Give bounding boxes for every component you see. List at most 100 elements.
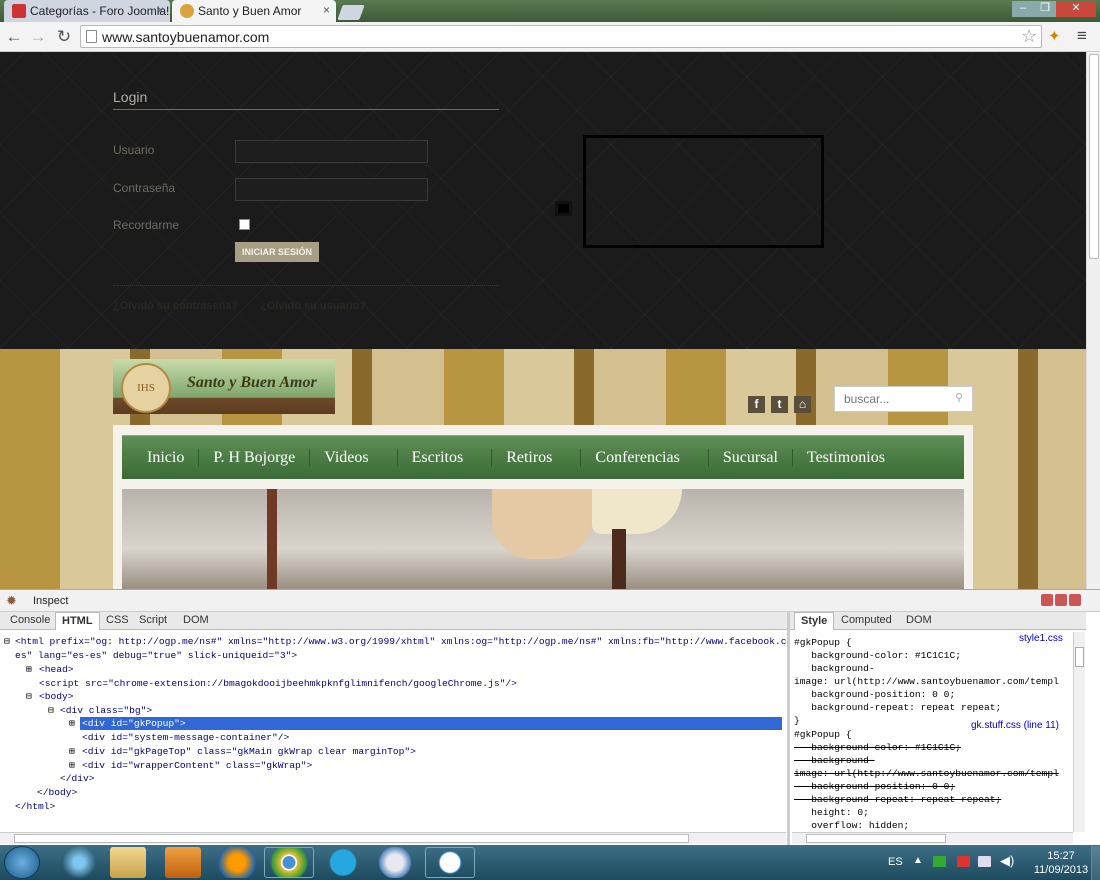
tab-css[interactable]: CSS (100, 612, 135, 630)
css-line[interactable]: background-color: #1C1C1C; (794, 650, 961, 663)
search-icon[interactable]: ⚲ (955, 391, 963, 404)
menu-item-bojorge[interactable]: P. H Bojorge (199, 449, 311, 467)
css-source-link[interactable]: gk.stuff.css (line 11) (971, 720, 1059, 731)
url-text[interactable]: www.santoybuenamor.com (102, 29, 269, 45)
forgot-username-link[interactable]: ¿Olvidó su usuario? (260, 300, 366, 312)
extension-icon[interactable]: ✦ (1048, 27, 1061, 45)
css-line-overridden[interactable]: background-position: 0 0; (794, 781, 955, 794)
style-vscrollbar[interactable] (1073, 632, 1085, 832)
language-indicator[interactable]: ES (888, 856, 903, 868)
reload-icon[interactable]: ↻ (54, 27, 74, 47)
css-line-overridden[interactable]: background-repeat: repeat repeat; (794, 794, 1001, 807)
hscroll-thumb[interactable] (14, 834, 689, 843)
expand-toggle-icon[interactable]: ⊞ (69, 717, 75, 731)
css-line-overridden[interactable]: background-color: #1C1C1C; (794, 742, 961, 755)
menu-item-videos[interactable]: Videos (310, 449, 398, 467)
search-input[interactable] (834, 386, 973, 412)
menu-icon[interactable]: ≡ (1077, 26, 1087, 46)
internet-explorer-icon[interactable] (56, 847, 102, 878)
file-explorer-icon[interactable] (110, 847, 146, 878)
start-button[interactable] (4, 846, 40, 879)
html-line[interactable]: <html prefix="og: http://ogp.me/ns#" xml… (15, 635, 786, 649)
firefox-icon[interactable] (214, 847, 260, 878)
html-line[interactable]: <div id="wrapperContent" class="gkWrap"> (82, 759, 312, 773)
tab-console[interactable]: Console (4, 612, 56, 630)
scrollbar-thumb[interactable] (1089, 54, 1099, 259)
html-line[interactable]: <div id="system-message-container"/> (82, 731, 289, 745)
tab-dom[interactable]: DOM (177, 612, 215, 630)
menu-item-retiros[interactable]: Retiros (492, 449, 582, 467)
page-scrollbar[interactable] (1086, 52, 1100, 589)
html-line[interactable]: </html> (15, 800, 55, 814)
remember-checkbox[interactable] (239, 219, 250, 230)
minimize-button[interactable]: – (1012, 1, 1034, 17)
html-line[interactable]: es" lang="es-es" debug="true" slick-uniq… (15, 649, 297, 663)
expand-toggle-icon[interactable]: ⊞ (26, 663, 32, 677)
html-line[interactable]: <body> (39, 690, 74, 704)
forward-arrow-icon[interactable]: → (28, 27, 48, 47)
tab-style[interactable]: Style (794, 612, 835, 630)
tray-app-icon[interactable] (933, 856, 946, 867)
html-line[interactable]: </div> (60, 772, 95, 786)
twitter-icon[interactable]: t (771, 396, 788, 413)
css-line[interactable]: image: url(http://www.santoybuenamor.com… (794, 676, 1059, 689)
devtools-restore-icon[interactable] (1055, 594, 1067, 606)
facebook-icon[interactable]: f (748, 396, 765, 413)
html-line-selected[interactable]: <div id="gkPopup"> (82, 717, 186, 731)
devtools-minimize-icon[interactable] (1041, 594, 1053, 606)
home-icon[interactable]: ⌂ (794, 396, 811, 413)
tab-joomla-forum[interactable]: Categorías - Foro Joomla! × (4, 0, 170, 22)
devtools-close-icon[interactable] (1069, 594, 1081, 606)
clock-date[interactable]: 11/09/2013 (1030, 864, 1092, 876)
skype-icon[interactable] (320, 847, 366, 878)
back-arrow-icon[interactable]: ← (4, 27, 24, 47)
menu-item-conferencias[interactable]: Conferencias (581, 449, 709, 467)
expand-toggle-icon[interactable]: ⊟ (4, 635, 10, 649)
show-hidden-icons-icon[interactable]: ▲ (913, 855, 923, 866)
show-desktop-button[interactable] (1091, 846, 1100, 880)
close-tab-icon[interactable]: × (157, 3, 164, 17)
style-scroll-thumb[interactable] (1075, 647, 1084, 667)
chrome-icon[interactable] (264, 847, 314, 878)
css-line[interactable]: overflow: hidden; (794, 820, 909, 830)
menu-item-testimonios[interactable]: Testimonios (793, 449, 899, 467)
password-field[interactable] (235, 178, 428, 201)
style-hscroll-thumb[interactable] (806, 834, 946, 843)
tab-santo-y-buen-amor[interactable]: Santo y Buen Amor × (172, 0, 336, 22)
login-button[interactable]: INICIAR SESIÓN (235, 242, 319, 262)
html-line[interactable]: <div class="bg"> (60, 704, 152, 718)
css-line[interactable]: background-repeat: repeat repeat; (794, 702, 1001, 715)
network-icon[interactable] (978, 856, 991, 867)
site-logo[interactable]: IHS Santo y Buen Amor (113, 359, 335, 414)
popup-close-icon[interactable] (555, 201, 572, 216)
close-window-button[interactable]: ✕ (1056, 1, 1096, 17)
menu-item-sucursal[interactable]: Sucursal (709, 449, 793, 467)
google-talk-icon[interactable] (425, 847, 475, 878)
menu-item-inicio[interactable]: Inicio (122, 449, 200, 467)
css-line-overridden[interactable]: background- (794, 755, 874, 768)
css-line[interactable]: background- (794, 663, 874, 676)
outlook-icon[interactable] (372, 847, 418, 878)
tab-computed[interactable]: Computed (835, 612, 898, 630)
css-line-overridden[interactable]: image: url(http://www.santoybuenamor.com… (794, 768, 1059, 781)
devtools-splitter[interactable] (787, 612, 790, 846)
html-line[interactable]: <head> (39, 663, 74, 677)
expand-toggle-icon[interactable]: ⊟ (26, 690, 32, 704)
action-center-icon[interactable] (957, 856, 970, 867)
volume-icon[interactable]: ◀) (1000, 853, 1014, 869)
close-tab-icon[interactable]: × (323, 3, 330, 17)
style-hscrollbar[interactable] (792, 832, 1073, 844)
css-line[interactable]: height: 0; (794, 807, 869, 820)
html-line[interactable]: </body> (37, 786, 77, 800)
css-line[interactable]: background-position: 0 0; (794, 689, 955, 702)
html-line[interactable]: <div id="gkPageTop" class="gkMain gkWrap… (82, 745, 416, 759)
bookmark-star-icon[interactable]: ☆ (1021, 26, 1037, 47)
maximize-button[interactable]: ❐ (1034, 1, 1056, 17)
clock-time[interactable]: 15:27 (1037, 850, 1085, 862)
expand-toggle-icon[interactable]: ⊟ (48, 704, 54, 718)
expand-toggle-icon[interactable]: ⊞ (69, 745, 75, 759)
forgot-password-link[interactable]: ¿Olvidó su contraseña? (113, 300, 238, 312)
tab-script[interactable]: Script (133, 612, 173, 630)
html-hscrollbar[interactable] (0, 832, 786, 844)
tab-html[interactable]: HTML (55, 612, 100, 630)
